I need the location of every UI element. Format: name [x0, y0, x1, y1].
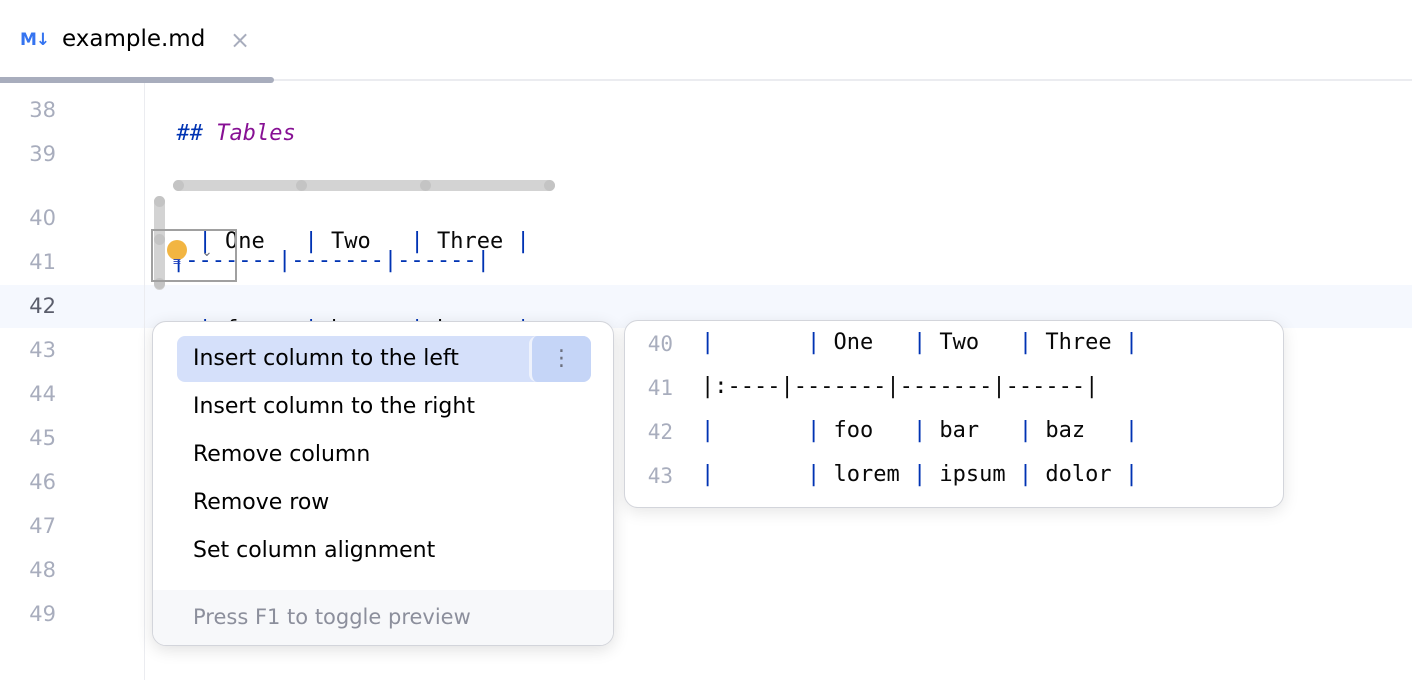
- column-handle-bar[interactable]: [173, 180, 555, 191]
- table-cell: Two: [926, 330, 1019, 355]
- preview-line-number: 40: [647, 332, 673, 356]
- table-cell: [714, 330, 807, 355]
- menu-item-remove-column[interactable]: Remove column: [177, 432, 591, 478]
- preview-line: | | One | Two | Three |: [701, 330, 1138, 355]
- table-cell: foo: [820, 418, 913, 443]
- table-cell: baz: [1032, 418, 1125, 443]
- heading-text: Tables: [216, 121, 296, 146]
- menu-item-remove-row[interactable]: Remove row: [177, 480, 591, 526]
- more-options-icon[interactable]: ⋮: [529, 336, 591, 382]
- line-number: 43: [29, 338, 56, 362]
- chevron-down-icon: ⌄: [201, 244, 213, 260]
- column-handle[interactable]: [544, 180, 555, 191]
- table-pipe: |: [701, 462, 715, 487]
- menu-footer-hint: Press F1 to toggle preview: [153, 590, 613, 645]
- table-cell: One: [820, 330, 913, 355]
- line-number: 39: [29, 142, 56, 166]
- code-line-38[interactable]: ## Tables: [150, 96, 296, 146]
- tab-bar: M↓ example.md ×: [0, 0, 1412, 83]
- markdown-file-icon: M↓: [20, 30, 50, 50]
- table-actions-popup: Insert column to the left ⋮ Insert colum…: [152, 321, 614, 646]
- preview-line-number: 43: [647, 464, 673, 488]
- close-icon[interactable]: ×: [230, 26, 250, 54]
- table-pipe: |: [1018, 330, 1033, 355]
- column-handle[interactable]: [420, 180, 431, 191]
- table-cell: lorem: [820, 462, 913, 487]
- table-pipe: |: [1018, 418, 1033, 443]
- lightbulb-base-icon: ≡: [172, 255, 182, 268]
- menu-item-label: Insert column to the left: [193, 346, 459, 371]
- tab-example-md[interactable]: M↓ example.md ×: [0, 0, 274, 83]
- column-handle[interactable]: [173, 180, 184, 191]
- preview-separator-line: |:----|-------|-------|------|: [701, 374, 1099, 399]
- line-number: 48: [29, 558, 56, 582]
- table-cell: Three: [1032, 330, 1125, 355]
- line-number: 49: [29, 602, 56, 626]
- line-number: 45: [29, 426, 56, 450]
- table-pipe: |: [1124, 462, 1139, 487]
- line-number: 46: [29, 470, 56, 494]
- table-cell: dolor: [1032, 462, 1125, 487]
- intention-actions-button[interactable]: [151, 229, 237, 282]
- table-cell: bar: [926, 418, 1019, 443]
- table-pipe: |: [701, 330, 715, 355]
- line-number: 47: [29, 514, 56, 538]
- table-pipe: |: [806, 418, 821, 443]
- menu-item-insert-column-left[interactable]: Insert column to the left ⋮: [177, 336, 591, 382]
- heading-marker: ##: [176, 121, 217, 146]
- table-pipe: |: [912, 418, 927, 443]
- table-cell: ipsum: [926, 462, 1019, 487]
- table-pipe: |: [1124, 330, 1139, 355]
- table-pipe: |: [806, 462, 821, 487]
- row-handle[interactable]: [154, 196, 165, 207]
- table-pipe: |: [912, 462, 927, 487]
- menu-item-set-column-alignment[interactable]: Set column alignment: [177, 528, 591, 574]
- column-handle[interactable]: [296, 180, 307, 191]
- line-number: 38: [29, 98, 56, 122]
- line-number: 40: [29, 206, 56, 230]
- table-pipe: |: [503, 229, 530, 254]
- table-cell: [714, 418, 807, 443]
- preview-line-number: 42: [647, 420, 673, 444]
- table-pipe: |: [1018, 462, 1033, 487]
- preview-popup: 40 | | One | Two | Three | 41 |:----|---…: [624, 320, 1284, 508]
- line-number: 41: [29, 250, 56, 274]
- preview-line-number: 41: [647, 376, 673, 400]
- table-pipe: |: [806, 330, 821, 355]
- table-cell: [714, 462, 807, 487]
- tab-label: example.md: [62, 26, 206, 52]
- table-pipe: |: [912, 330, 927, 355]
- line-number: 42: [29, 294, 56, 318]
- table-pipe: |: [1124, 418, 1139, 443]
- preview-line: | | foo | bar | baz |: [701, 418, 1138, 443]
- table-pipe: |: [701, 418, 715, 443]
- line-number: 44: [29, 382, 56, 406]
- menu-item-insert-column-right[interactable]: Insert column to the right: [177, 384, 591, 430]
- preview-line: | | lorem | ipsum | dolor |: [701, 462, 1138, 487]
